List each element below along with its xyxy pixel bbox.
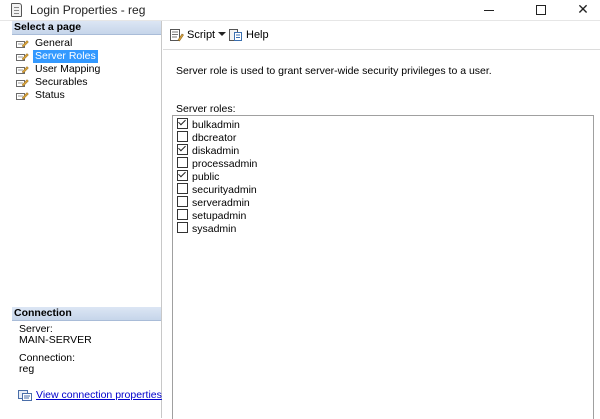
page-item-label: Securables: [35, 76, 88, 88]
wrench-page-icon: [16, 79, 29, 87]
role-name: public: [192, 171, 220, 183]
connection-header: Connection: [12, 307, 161, 321]
maximize-button[interactable]: [519, 0, 563, 20]
setupadmin-checkbox[interactable]: [177, 209, 188, 220]
bulkadmin-checkbox[interactable]: [177, 118, 188, 129]
role-item-setupadmin[interactable]: setupadmin: [173, 209, 593, 222]
role-item-processadmin[interactable]: processadmin: [173, 157, 593, 170]
page-item-user-mapping[interactable]: User Mapping: [12, 63, 161, 76]
view-connection-properties-text[interactable]: View connection properties: [36, 389, 162, 401]
serveradmin-checkbox[interactable]: [177, 196, 188, 207]
sysadmin-checkbox[interactable]: [177, 222, 188, 233]
role-name: bulkadmin: [192, 119, 240, 131]
close-button[interactable]: ✕: [561, 0, 600, 20]
help-book-icon: [229, 29, 242, 42]
connection-section: Connection Server: MAIN-SERVER Connectio…: [12, 307, 162, 401]
processadmin-checkbox[interactable]: [177, 157, 188, 168]
page-description: Server role is used to grant server-wide…: [176, 65, 492, 77]
role-name: processadmin: [192, 158, 258, 170]
server-value: MAIN-SERVER: [19, 334, 92, 346]
page-item-general[interactable]: General: [12, 37, 161, 50]
title-bar: Login Properties - reg ✕: [0, 0, 600, 21]
page-item-label: Server Roles: [33, 50, 98, 63]
minimize-icon: [484, 9, 494, 11]
page-item-label: General: [35, 37, 73, 49]
connection-label: Connection:: [19, 352, 76, 364]
role-item-dbcreator[interactable]: dbcreator: [173, 131, 593, 144]
script-label: Script: [187, 29, 216, 41]
script-icon: [170, 29, 184, 42]
role-name: setupadmin: [192, 210, 247, 222]
role-name: diskadmin: [192, 145, 240, 157]
role-item-serveradmin[interactable]: serveradmin: [173, 196, 593, 209]
page-item-status[interactable]: Status: [12, 89, 161, 102]
server-roles-label: Server roles:: [176, 103, 236, 115]
role-name: sysadmin: [192, 223, 237, 235]
role-name: dbcreator: [192, 132, 237, 144]
role-item-diskadmin[interactable]: diskadmin: [173, 144, 593, 157]
page-list: General Server Roles User Mapping Securable…: [12, 37, 161, 102]
page-item-label: User Mapping: [35, 63, 101, 75]
document-icon: [11, 3, 22, 17]
server-roles-list: bulkadmin dbcreator diskadmin processadmin p…: [173, 118, 593, 235]
script-button[interactable]: Script: [169, 27, 215, 43]
role-item-securityadmin[interactable]: securityadmin: [173, 183, 593, 196]
help-label: Help: [246, 29, 269, 41]
connection-value: reg: [19, 363, 35, 375]
role-item-sysadmin[interactable]: sysadmin: [173, 222, 593, 235]
dbcreator-checkbox[interactable]: [177, 131, 188, 142]
select-page-header: Select a page: [12, 21, 161, 35]
role-name: serveradmin: [192, 197, 250, 209]
wrench-page-icon: [16, 66, 29, 74]
minimize-button[interactable]: [467, 0, 511, 20]
diskadmin-checkbox[interactable]: [177, 144, 188, 155]
role-name: securityadmin: [192, 184, 257, 196]
page-item-server-roles[interactable]: Server Roles: [12, 50, 161, 63]
help-button[interactable]: Help: [228, 27, 269, 43]
connection-properties-icon: [18, 389, 32, 401]
page-selector-pane: Select a page General Server Roles User Ma…: [12, 21, 162, 418]
page-item-label: Status: [35, 89, 65, 101]
wrench-page-icon: [16, 92, 29, 100]
role-item-bulkadmin[interactable]: bulkadmin: [173, 118, 593, 131]
script-dropdown-caret-icon[interactable]: [218, 32, 226, 36]
securityadmin-checkbox[interactable]: [177, 183, 188, 194]
close-icon: ✕: [577, 1, 589, 17]
wrench-page-icon: [16, 53, 29, 61]
server-roles-list-box: bulkadmin dbcreator diskadmin processadmin p…: [172, 115, 594, 419]
view-connection-properties-link[interactable]: View connection properties: [18, 389, 162, 401]
public-checkbox[interactable]: [177, 170, 188, 181]
wrench-page-icon: [16, 40, 29, 48]
window-title: Login Properties - reg: [30, 3, 146, 17]
maximize-icon: [536, 5, 546, 16]
toolbar: Script Help: [163, 21, 600, 50]
page-item-securables[interactable]: Securables: [12, 76, 161, 89]
role-item-public[interactable]: public: [173, 170, 593, 183]
